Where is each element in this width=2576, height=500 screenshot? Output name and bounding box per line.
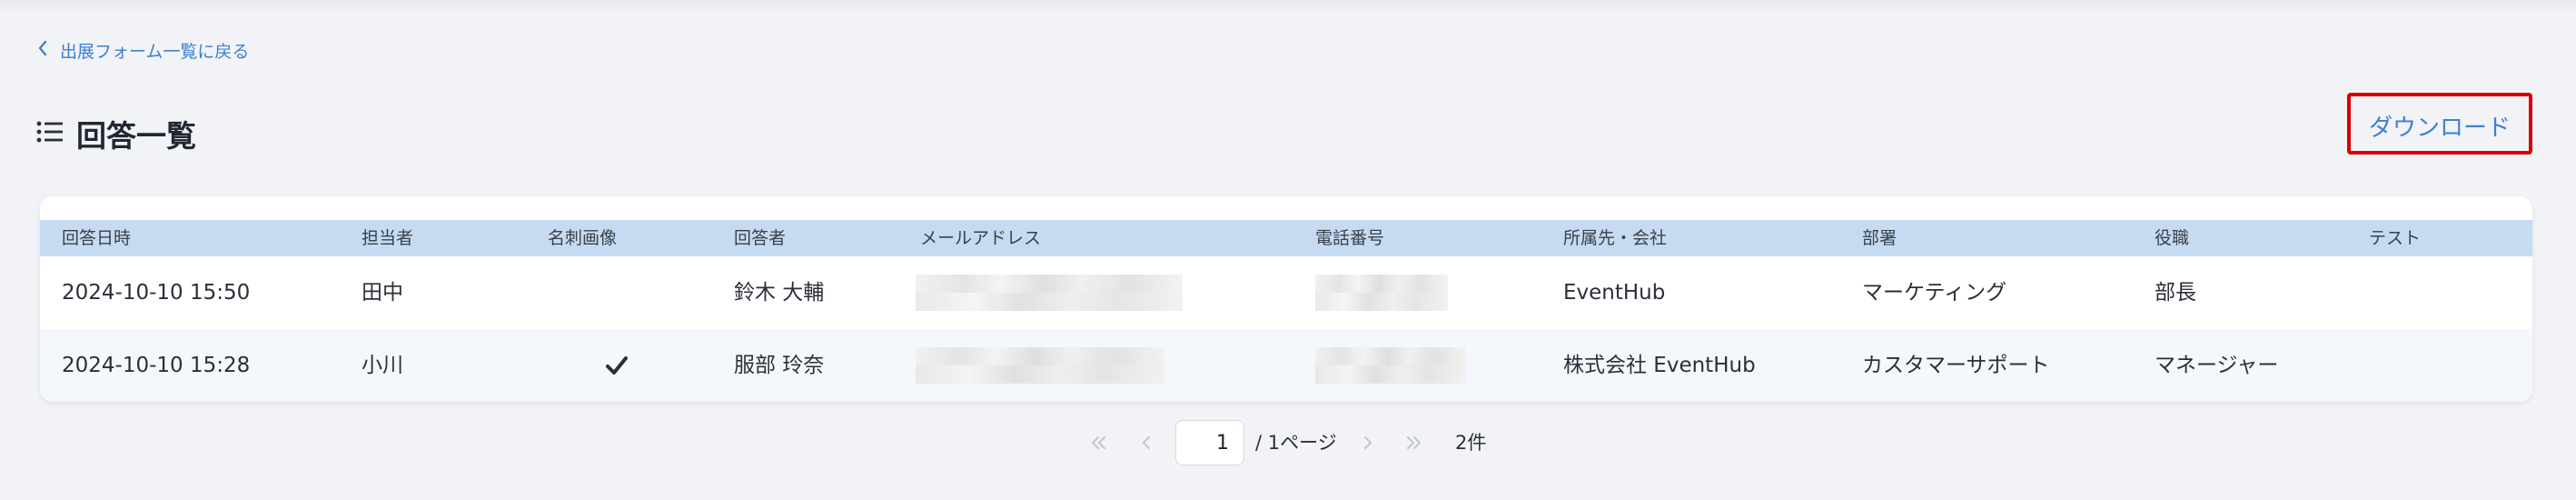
- check-icon: [605, 355, 629, 376]
- column-header-respondent[interactable]: 回答者: [734, 220, 786, 256]
- table-header: 回答日時 担当者 名刺画像 回答者 メールアドレス 電話番号 所属先・会社 部署…: [40, 220, 2532, 256]
- table-row[interactable]: 2024-10-10 15:50 田中 鈴木 大輔 EventHub マーケティ…: [40, 256, 2532, 329]
- back-link-label: 出展フォーム一覧に戻る: [60, 41, 250, 62]
- column-header-department[interactable]: 部署: [1862, 220, 1897, 256]
- cell-staff: 小川: [362, 354, 403, 377]
- chevron-left-icon: [36, 39, 49, 62]
- cell-position: マネージャー: [2155, 354, 2279, 377]
- column-header-position[interactable]: 役職: [2155, 220, 2189, 256]
- page-title: 回答一覧: [36, 111, 196, 156]
- cell-datetime: 2024-10-10 15:50: [62, 281, 251, 305]
- column-header-staff[interactable]: 担当者: [362, 220, 413, 256]
- cell-respondent: 鈴木 大輔: [734, 281, 825, 305]
- cell-datetime: 2024-10-10 15:28: [62, 354, 251, 377]
- last-page-icon[interactable]: [1404, 434, 1422, 452]
- first-page-icon[interactable]: [1090, 434, 1108, 452]
- column-header-company[interactable]: 所属先・会社: [1563, 220, 1667, 256]
- page-number-input[interactable]: [1175, 420, 1244, 465]
- column-header-phone[interactable]: 電話番号: [1315, 220, 1384, 256]
- table-row[interactable]: 2024-10-10 15:28 小川 服部 玲奈 株式会社 EventHub …: [40, 329, 2532, 402]
- list-icon: [36, 120, 64, 147]
- cell-position: 部長: [2155, 281, 2196, 305]
- cell-respondent: 服部 玲奈: [734, 354, 825, 377]
- next-page-icon[interactable]: [1359, 434, 1377, 452]
- cell-department: マーケティング: [1862, 281, 2007, 305]
- column-header-email[interactable]: メールアドレス: [920, 220, 1041, 256]
- column-header-card-image[interactable]: 名刺画像: [548, 220, 617, 256]
- cell-email-redacted: [916, 275, 1183, 311]
- responses-table: 回答日時 担当者 名刺画像 回答者 メールアドレス 電話番号 所属先・会社 部署…: [40, 196, 2532, 402]
- download-button[interactable]: ダウンロード: [2347, 93, 2532, 155]
- cell-email-redacted: [916, 347, 1164, 384]
- cell-staff: 田中: [362, 281, 403, 305]
- cell-phone-redacted: [1315, 275, 1448, 311]
- cell-company: EventHub: [1563, 281, 1666, 305]
- cell-phone-redacted: [1315, 347, 1466, 384]
- column-header-datetime[interactable]: 回答日時: [62, 220, 131, 256]
- page-count-label: / 1ページ: [1255, 432, 1337, 454]
- pagination: / 1ページ 2件: [0, 420, 2576, 465]
- page-title-text: 回答一覧: [76, 118, 196, 154]
- top-bar-shadow: [0, 0, 2576, 13]
- total-count: 2件: [1455, 432, 1487, 454]
- column-header-test[interactable]: テスト: [2369, 220, 2421, 256]
- cell-company: 株式会社 EventHub: [1563, 354, 1756, 377]
- cell-department: カスタマーサポート: [1862, 354, 2050, 377]
- back-to-forms-link[interactable]: 出展フォーム一覧に戻る: [36, 38, 249, 62]
- prev-page-icon[interactable]: [1137, 434, 1155, 452]
